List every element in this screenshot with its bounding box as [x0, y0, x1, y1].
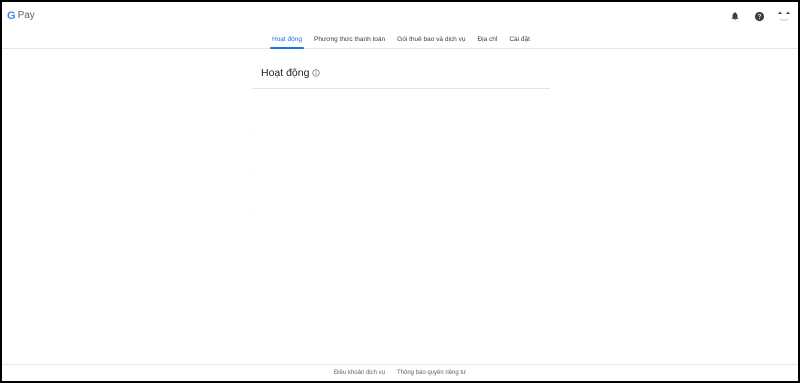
terms-of-service-link[interactable]: Điều khoản dịch vụ: [334, 370, 385, 376]
account-avatar-button[interactable]: [776, 8, 792, 24]
loading-placeholder: [253, 171, 255, 172]
tab-activity[interactable]: Hoạt động: [266, 33, 308, 49]
help-button[interactable]: [752, 9, 766, 23]
page-title: Hoạt động: [261, 67, 310, 79]
help-icon: [754, 11, 764, 21]
avatar: [776, 8, 792, 24]
tab-bar: Hoạt động Phương thức thanh toán Gói thu…: [266, 33, 536, 49]
top-app-bar: G Pay Hoạt động Phương thức thanh toán G…: [2, 2, 798, 49]
loading-placeholder: [253, 212, 255, 213]
bell-icon: [731, 12, 739, 21]
tab-settings[interactable]: Cài đặt: [503, 33, 536, 49]
header-actions: [728, 8, 792, 24]
google-pay-logo[interactable]: G Pay: [7, 8, 35, 24]
google-g-logo: G: [7, 10, 16, 22]
notifications-button[interactable]: [728, 9, 742, 23]
product-name: Pay: [17, 10, 35, 21]
info-icon[interactable]: [312, 69, 321, 77]
loading-placeholder: [253, 129, 255, 130]
tab-addresses[interactable]: Địa chỉ: [471, 33, 503, 49]
privacy-notice-link[interactable]: Thông báo quyền riêng tư: [397, 370, 466, 376]
footer: Điều khoản dịch vụ Thông báo quyền riêng…: [2, 364, 798, 381]
window-frame: G Pay Hoạt động Phương thức thanh toán G…: [0, 0, 800, 383]
tab-subscriptions-services[interactable]: Gói thuê bao và dịch vụ: [391, 33, 471, 49]
activity-section: Hoạt động: [252, 58, 550, 89]
section-header: Hoạt động: [252, 58, 550, 89]
tab-payment-methods[interactable]: Phương thức thanh toán: [308, 33, 391, 49]
